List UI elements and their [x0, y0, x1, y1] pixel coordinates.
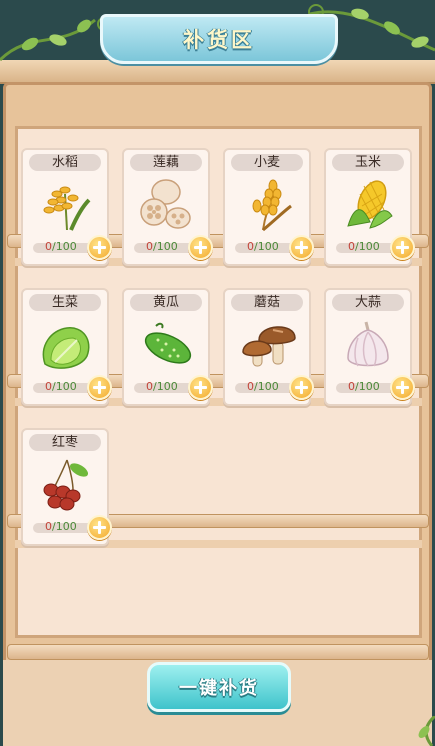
stock-count: 0/100: [146, 240, 178, 253]
rice-icon: [43, 186, 91, 231]
item-card-cucumber[interactable]: 黄瓜 0/100: [122, 288, 213, 406]
add-plus-button[interactable]: [289, 375, 314, 400]
add-plus-button[interactable]: [289, 235, 314, 260]
item-card-rice[interactable]: 水稻 0/100: [21, 148, 112, 266]
add-plus-button[interactable]: [188, 235, 213, 260]
item-name: 小麦: [231, 154, 303, 171]
item-name: 莲藕: [130, 154, 202, 171]
stock-count: 0/100: [247, 380, 279, 393]
add-plus-button[interactable]: [87, 515, 112, 540]
add-plus-button[interactable]: [390, 375, 415, 400]
vine-corner-icon: [418, 716, 435, 746]
item-name: 生菜: [29, 294, 101, 311]
restock-all-label: 一键补货: [179, 678, 259, 699]
corn-icon: [347, 180, 393, 229]
item-card-lotus-root[interactable]: 莲藕 0/100: [122, 148, 213, 266]
page-title: 补货区: [183, 28, 255, 52]
stock-count: 0/100: [45, 240, 77, 253]
cucumber-icon: [144, 322, 192, 364]
title-plaque: 补货区: [100, 14, 338, 64]
stock-count: 0/100: [247, 240, 279, 253]
item-name: 黄瓜: [130, 294, 202, 311]
stock-count: 0/100: [348, 240, 380, 253]
item-card-garlic[interactable]: 大蒜 0/100: [324, 288, 415, 406]
lotus-root-icon: [140, 179, 191, 229]
shelf-board-bottom: [7, 644, 429, 660]
stock-count: 0/100: [45, 380, 77, 393]
item-name: 蘑菇: [231, 294, 303, 311]
garlic-icon: [347, 321, 389, 367]
item-card-mushroom[interactable]: 蘑菇 0/100: [223, 288, 314, 406]
item-name: 大蒜: [332, 294, 404, 311]
restock-all-button[interactable]: 一键补货: [147, 662, 291, 712]
mushroom-icon: [242, 326, 296, 367]
item-card-wheat[interactable]: 小麦 0/100: [223, 148, 314, 266]
add-plus-button[interactable]: [87, 235, 112, 260]
stock-count: 0/100: [146, 380, 178, 393]
item-name: 水稻: [29, 154, 101, 171]
item-name: 玉米: [332, 154, 404, 171]
item-name: 红枣: [29, 434, 101, 451]
add-plus-button[interactable]: [188, 375, 213, 400]
item-card-lettuce[interactable]: 生菜 0/100: [21, 288, 112, 406]
stock-count: 0/100: [45, 520, 77, 533]
add-plus-button[interactable]: [87, 375, 112, 400]
add-plus-button[interactable]: [390, 235, 415, 260]
red-date-icon: [43, 459, 89, 511]
wheat-icon: [252, 179, 292, 232]
item-card-corn[interactable]: 玉米 0/100: [324, 148, 415, 266]
stock-count: 0/100: [348, 380, 380, 393]
lettuce-icon: [42, 327, 90, 369]
item-card-red-date[interactable]: 红枣 0/100: [21, 428, 112, 546]
